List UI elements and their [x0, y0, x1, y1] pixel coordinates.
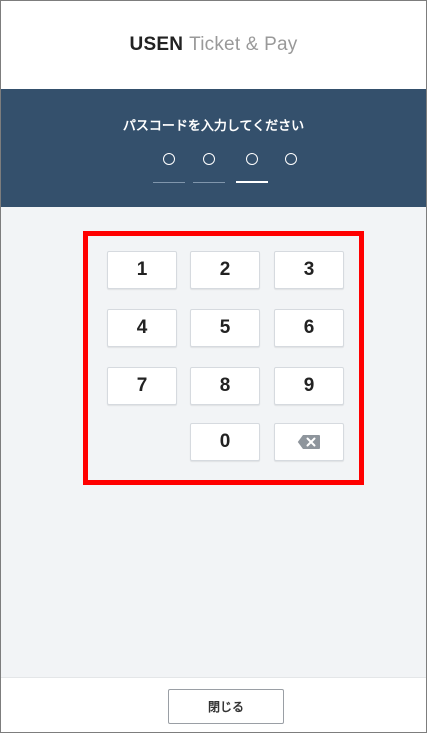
backspace-button[interactable] — [274, 423, 344, 461]
empty-dot-icon — [285, 153, 297, 165]
keypad-area: 1 2 3 4 5 6 7 8 9 0 — [1, 207, 426, 677]
key-8[interactable]: 8 — [190, 367, 260, 405]
empty-dot-icon — [163, 153, 175, 165]
brand-name-bold: USEN — [129, 34, 184, 55]
app-frame: USEN Ticket & Pay パスコードを入力してください 1 2 3 4… — [0, 0, 427, 733]
empty-dot-icon — [203, 153, 215, 165]
passcode-digit-slot — [193, 147, 225, 187]
footer-bar: 閉じる — [1, 677, 426, 732]
app-header: USEN Ticket & Pay — [1, 1, 426, 89]
brand-name-light: Ticket & Pay — [189, 34, 298, 55]
key-3[interactable]: 3 — [274, 251, 344, 289]
digit-underline-active — [236, 181, 268, 183]
passcode-digit-slot — [275, 147, 307, 187]
key-7[interactable]: 7 — [107, 367, 177, 405]
close-button[interactable]: 閉じる — [168, 689, 284, 724]
key-1[interactable]: 1 — [107, 251, 177, 289]
key-0[interactable]: 0 — [190, 423, 260, 461]
app-logo: USEN Ticket & Pay — [130, 34, 298, 56]
digit-underline — [153, 182, 185, 183]
key-9[interactable]: 9 — [274, 367, 344, 405]
passcode-panel: パスコードを入力してください — [1, 89, 426, 207]
backspace-icon — [297, 435, 320, 449]
digit-underline — [193, 182, 225, 183]
empty-dot-icon — [246, 153, 258, 165]
passcode-indicator — [153, 147, 305, 187]
key-5[interactable]: 5 — [190, 309, 260, 347]
passcode-digit-slot — [236, 147, 268, 187]
key-2[interactable]: 2 — [190, 251, 260, 289]
passcode-prompt: パスコードを入力してください — [122, 119, 305, 134]
key-4[interactable]: 4 — [107, 309, 177, 347]
passcode-digit-slot — [153, 147, 185, 187]
key-6[interactable]: 6 — [274, 309, 344, 347]
